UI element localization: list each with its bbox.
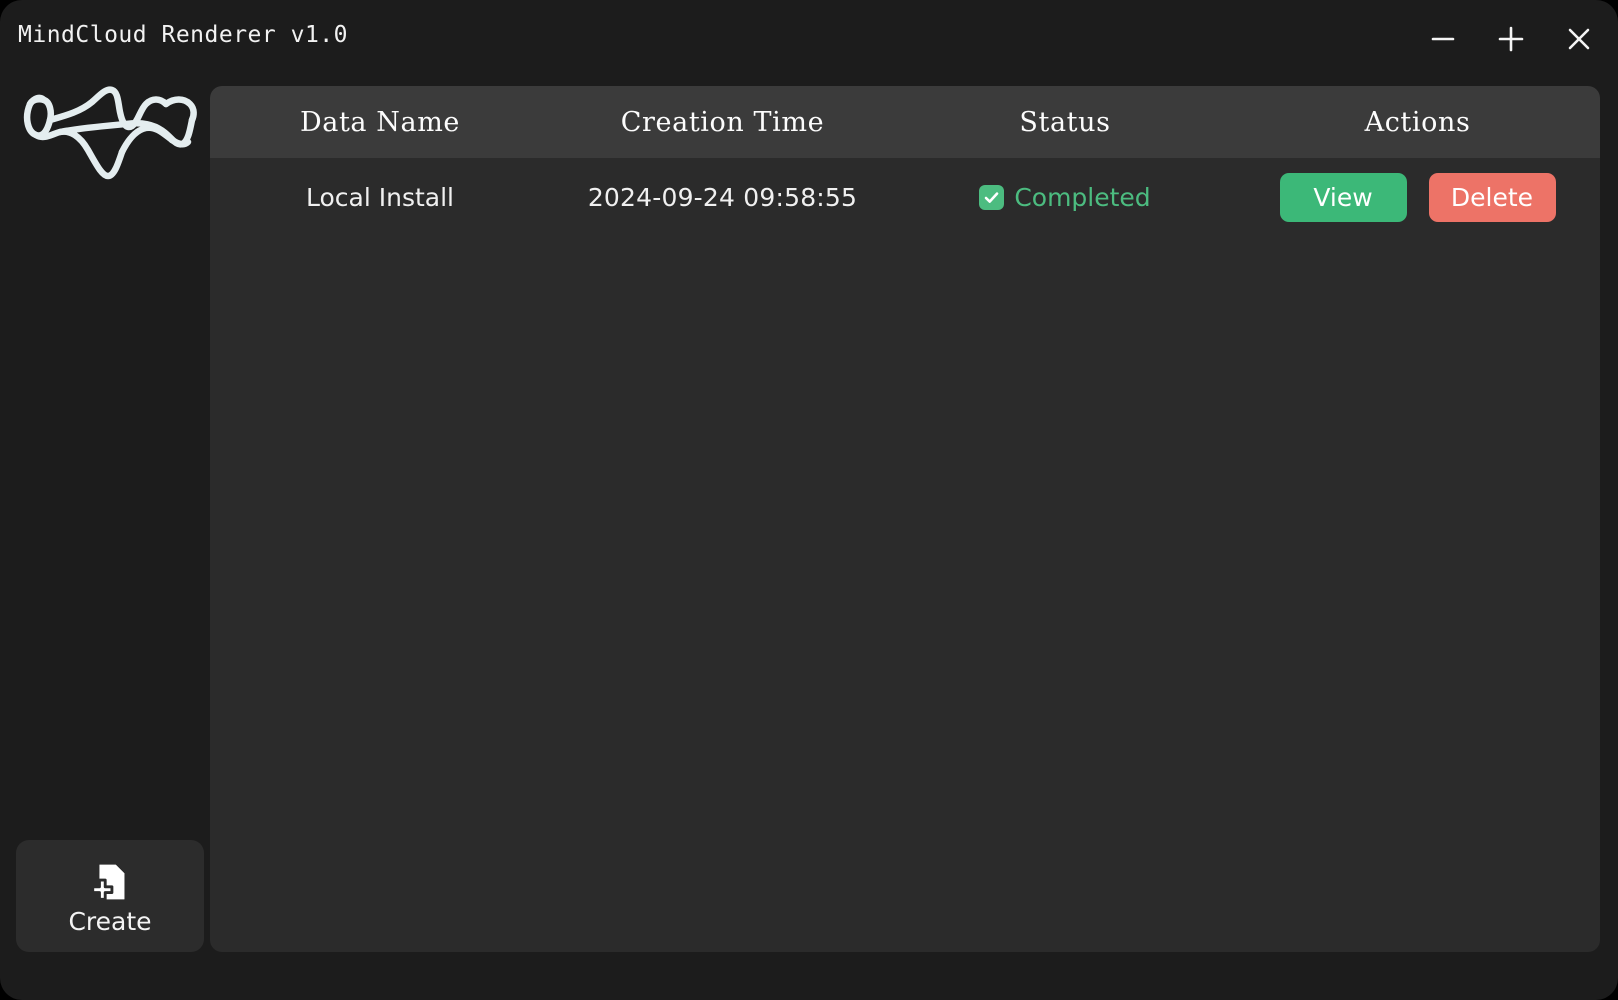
table-row[interactable]: Local Install 2024-09-24 09:58:55 Comple…: [210, 158, 1600, 236]
row-action-buttons: View Delete: [1279, 172, 1556, 222]
cell-status: Completed: [895, 183, 1235, 212]
create-button-label: Create: [68, 906, 152, 936]
cell-creation-time: 2024-09-24 09:58:55: [587, 182, 858, 212]
minimize-button[interactable]: [1420, 16, 1466, 62]
column-header-status: Status: [1019, 106, 1111, 138]
brand-logo: [14, 72, 200, 184]
sidebar: Create: [0, 78, 210, 1000]
check-glyph: [985, 191, 999, 203]
scribble-wave-logo-icon: [23, 86, 197, 180]
column-header-data-name: Data Name: [300, 106, 460, 138]
checkbox-checked-icon: [979, 184, 1005, 210]
delete-button[interactable]: Delete: [1428, 172, 1556, 222]
cell-data-name: Local Install: [306, 182, 454, 212]
maximize-button[interactable]: [1488, 16, 1534, 62]
table-body: Local Install 2024-09-24 09:58:55 Comple…: [210, 158, 1600, 952]
close-icon: [1568, 28, 1590, 50]
window-controls: [1420, 16, 1602, 62]
window-title: MindCloud Renderer v1.0: [18, 22, 348, 48]
application-window: MindCloud Renderer v1.0 Create Data Name…: [0, 0, 1618, 1000]
column-header-actions: Actions: [1364, 106, 1471, 138]
column-header-creation-time: Creation Time: [620, 106, 825, 138]
minimize-icon: [1431, 37, 1455, 41]
title-bar: MindCloud Renderer v1.0: [0, 0, 1618, 78]
plus-icon: [1498, 26, 1524, 52]
view-button[interactable]: View: [1279, 172, 1407, 222]
file-plus-icon: [91, 864, 125, 901]
cell-actions: View Delete: [1235, 172, 1600, 222]
status-badge: Completed: [979, 182, 1151, 212]
table-header-row: Data Name Creation Time Status Actions: [210, 86, 1600, 158]
status-label: Completed: [1014, 182, 1151, 212]
main-content-panel: Data Name Creation Time Status Actions L…: [210, 86, 1600, 952]
close-button[interactable]: [1556, 16, 1602, 62]
create-button[interactable]: Create: [16, 840, 204, 952]
